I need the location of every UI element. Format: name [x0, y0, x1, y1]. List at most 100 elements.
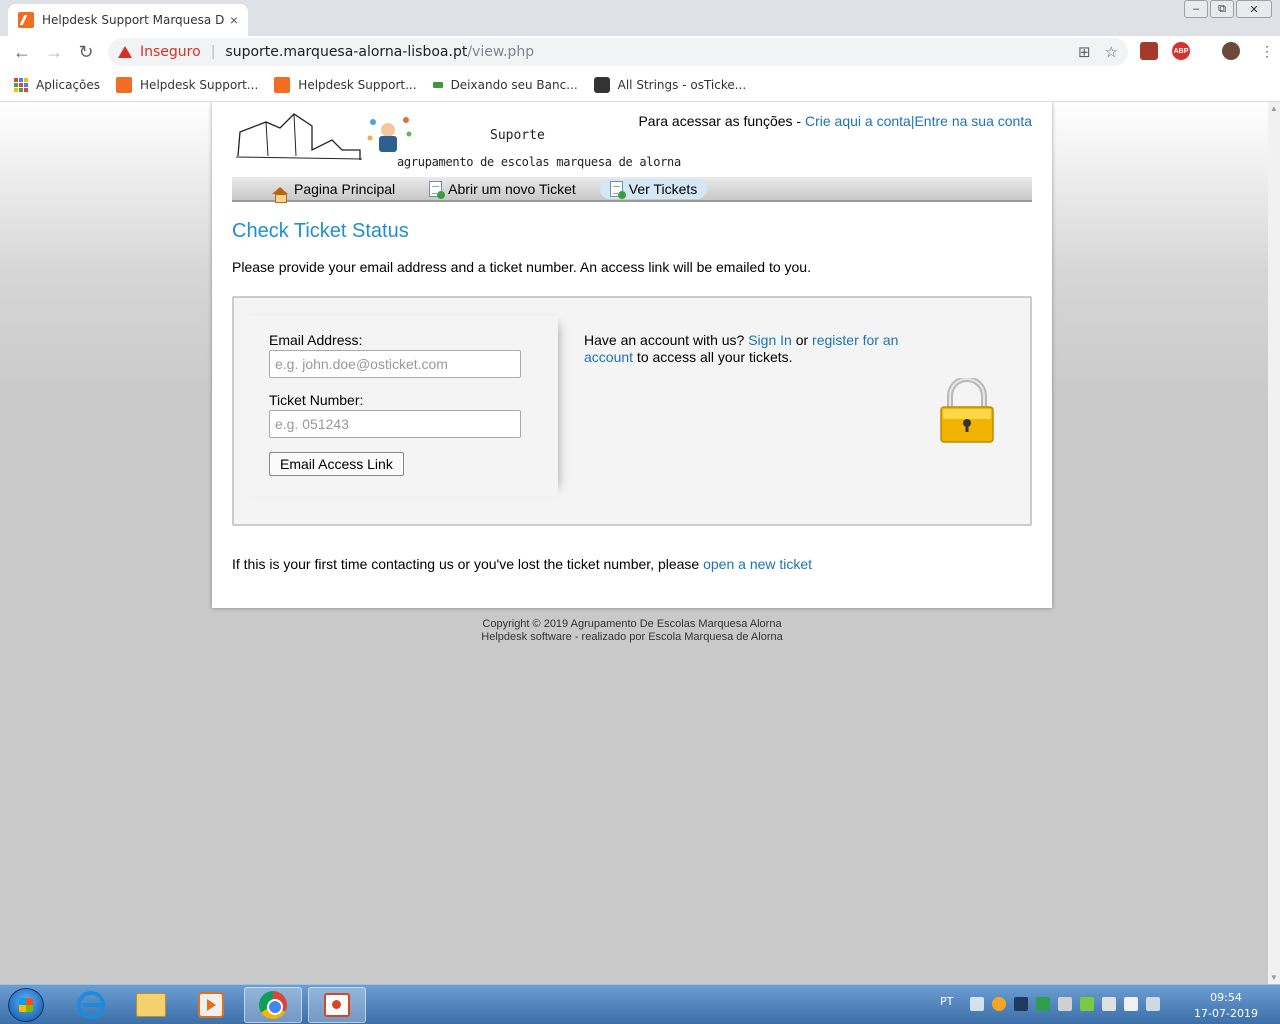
taskbar-file-explorer[interactable] — [122, 987, 180, 1023]
first-time-note: If this is your first time contacting us… — [232, 556, 812, 572]
bookmark-deixando[interactable]: Deixando seu Banc... — [432, 78, 578, 92]
nav-item-abrir-ticket[interactable]: Abrir um novo Ticket — [419, 179, 586, 199]
system-tray — [970, 997, 1160, 1011]
first-time-text: If this is your first time contacting us… — [232, 556, 704, 572]
main-nav: Pagina Principal Abrir um novo Ticket Ve… — [232, 177, 1032, 203]
page-scrollbar[interactable]: ▲ ▼ — [1268, 102, 1280, 984]
nav-item-ver-tickets[interactable]: Ver Tickets — [599, 178, 708, 199]
support-agent-icon — [381, 123, 395, 137]
window-controls: ‒ ⧉ ✕ — [1184, 0, 1272, 18]
tray-monitor-icon[interactable] — [1014, 997, 1028, 1011]
taskbar-chrome[interactable] — [244, 987, 302, 1023]
taskbar-internet-explorer[interactable] — [62, 987, 120, 1023]
create-account-link[interactable]: Crie aqui a conta — [805, 113, 911, 129]
site-logo[interactable]: Suporte agrupamento de escolas marquesa … — [235, 110, 681, 170]
tray-update-icon[interactable] — [992, 997, 1006, 1011]
browser-toolbar: ← → ↻ Inseguro | suporte.marquesa-alorna… — [0, 36, 1280, 68]
account-links: Para acessar as funções - Crie aqui a co… — [638, 113, 1032, 129]
page-viewport: Suporte agrupamento de escolas marquesa … — [0, 102, 1268, 984]
tray-volume-icon[interactable] — [1058, 997, 1072, 1011]
reload-icon[interactable]: ↻ — [74, 40, 98, 64]
nav-item-pagina-principal[interactable]: Pagina Principal — [262, 179, 405, 203]
account-prefix: Have an account with us? — [584, 332, 749, 348]
tab-close-icon[interactable]: × — [230, 12, 238, 28]
account-suffix: to access all your tickets. — [633, 349, 793, 365]
form-fields-panel: Email Address: Ticket Number: Email Acce… — [234, 316, 558, 496]
taskbar-clock[interactable]: 09:54 17-07-2019 — [1186, 990, 1266, 1022]
copyright-line: Copyright © 2019 Agrupamento De Escolas … — [482, 618, 782, 630]
email-access-link-button[interactable]: Email Access Link — [269, 452, 404, 476]
start-button[interactable] — [8, 988, 44, 1022]
bookmark-label: All Strings - osTicke... — [617, 77, 747, 92]
access-prefix: Para acessar as funções - — [638, 113, 805, 129]
open-new-ticket-link[interactable]: open a new ticket — [703, 556, 812, 572]
bookmark-label: Aplicações — [36, 77, 101, 92]
file-explorer-icon — [136, 993, 166, 1017]
page-container: Suporte agrupamento de escolas marquesa … — [212, 102, 1052, 608]
tray-security-shield-icon[interactable] — [1036, 997, 1050, 1011]
minimize-button[interactable]: ‒ — [1184, 0, 1208, 18]
adblock-plus-icon[interactable]: ABP — [1172, 42, 1190, 60]
tray-sync-icon[interactable] — [1080, 997, 1094, 1011]
account-info-panel: Have an account with us? Sign In or regi… — [584, 332, 914, 366]
browser-tabstrip: Helpdesk Support Marquesa De × ‒ ⧉ ✕ — [0, 0, 1280, 36]
language-indicator[interactable]: PT — [940, 995, 953, 1008]
page-title: Check Ticket Status — [232, 220, 409, 242]
pdf-extension-icon[interactable] — [1140, 42, 1158, 60]
taskbar-powerpoint[interactable] — [308, 987, 366, 1023]
translate-icon[interactable]: ⊞ — [1078, 43, 1091, 61]
url-separator: | — [210, 44, 216, 60]
bookmarks-bar: Aplicações Helpdesk Support... Helpdesk … — [0, 68, 1280, 102]
forward-arrow-icon[interactable]: → — [42, 40, 66, 64]
security-status[interactable]: Inseguro — [140, 44, 201, 60]
apps-grid-icon — [14, 77, 28, 92]
tab-title: Helpdesk Support Marquesa De — [42, 13, 224, 27]
bookmark-all-strings[interactable]: All Strings - osTicke... — [593, 76, 747, 93]
sign-in-link[interactable]: Entre na sua conta — [914, 113, 1032, 129]
padlock-icon — [940, 378, 994, 443]
ticket-status-form: Email Address: Ticket Number: Email Acce… — [232, 296, 1032, 526]
extension-icons: ABP ⋮ — [1140, 42, 1274, 60]
tray-app-icon[interactable] — [970, 997, 984, 1011]
warning-triangle-icon — [118, 46, 132, 58]
logo-suporte: Suporte — [490, 128, 545, 143]
email-field[interactable] — [269, 350, 521, 378]
maximize-button[interactable]: ⧉ — [1210, 0, 1234, 18]
nav-item-label: Pagina Principal — [294, 180, 396, 197]
browser-tab[interactable]: Helpdesk Support Marquesa De × — [8, 4, 248, 36]
ticket-number-field[interactable] — [269, 410, 521, 438]
bookmark-helpdesk-1[interactable]: Helpdesk Support... — [116, 76, 258, 93]
address-bar[interactable]: Inseguro | suporte.marquesa-alorna-lisbo… — [108, 38, 1128, 66]
home-icon — [272, 181, 288, 203]
tray-flag-icon[interactable] — [1124, 997, 1138, 1011]
close-window-button[interactable]: ✕ — [1236, 0, 1272, 18]
osticket-icon — [274, 76, 291, 93]
nav-item-label: Ver Tickets — [628, 180, 698, 197]
new-ticket-icon — [429, 180, 446, 199]
osticket-icon — [116, 76, 133, 93]
windows-taskbar: PT 09:54 17-07-2019 — [0, 984, 1280, 1024]
github-icon — [593, 76, 610, 93]
bookmark-apps[interactable]: Aplicações — [14, 77, 101, 92]
taskbar-media-player[interactable] — [182, 987, 240, 1023]
view-tickets-icon — [609, 180, 626, 199]
sign-in-link[interactable]: Sign In — [748, 332, 792, 348]
copyright-footer: Copyright © 2019 Agrupamento De Escolas … — [212, 618, 1052, 644]
account-or: or — [791, 332, 813, 348]
omnibox-actions: ⊞ ☆ — [1078, 43, 1118, 61]
browser-menu-icon[interactable]: ⋮ — [1260, 43, 1274, 60]
scroll-down-icon[interactable]: ▼ — [1270, 973, 1278, 982]
instructions-text: Please provide your email address and a … — [232, 259, 811, 275]
profile-avatar-icon[interactable] — [1222, 42, 1240, 60]
back-arrow-icon[interactable]: ← — [10, 40, 34, 64]
tray-speaker-icon[interactable] — [1102, 997, 1116, 1011]
bookmark-helpdesk-2[interactable]: Helpdesk Support... — [274, 76, 417, 93]
powerpoint-icon — [324, 993, 350, 1017]
scroll-up-icon[interactable]: ▲ — [1270, 104, 1278, 113]
media-player-icon — [198, 992, 224, 1018]
ticket-number-label: Ticket Number: — [269, 392, 364, 408]
tray-network-icon[interactable] — [1146, 997, 1160, 1011]
bookmark-star-icon[interactable]: ☆ — [1105, 43, 1118, 61]
nav-item-label: Abrir um novo Ticket — [448, 180, 576, 197]
chrome-icon — [259, 991, 287, 1019]
